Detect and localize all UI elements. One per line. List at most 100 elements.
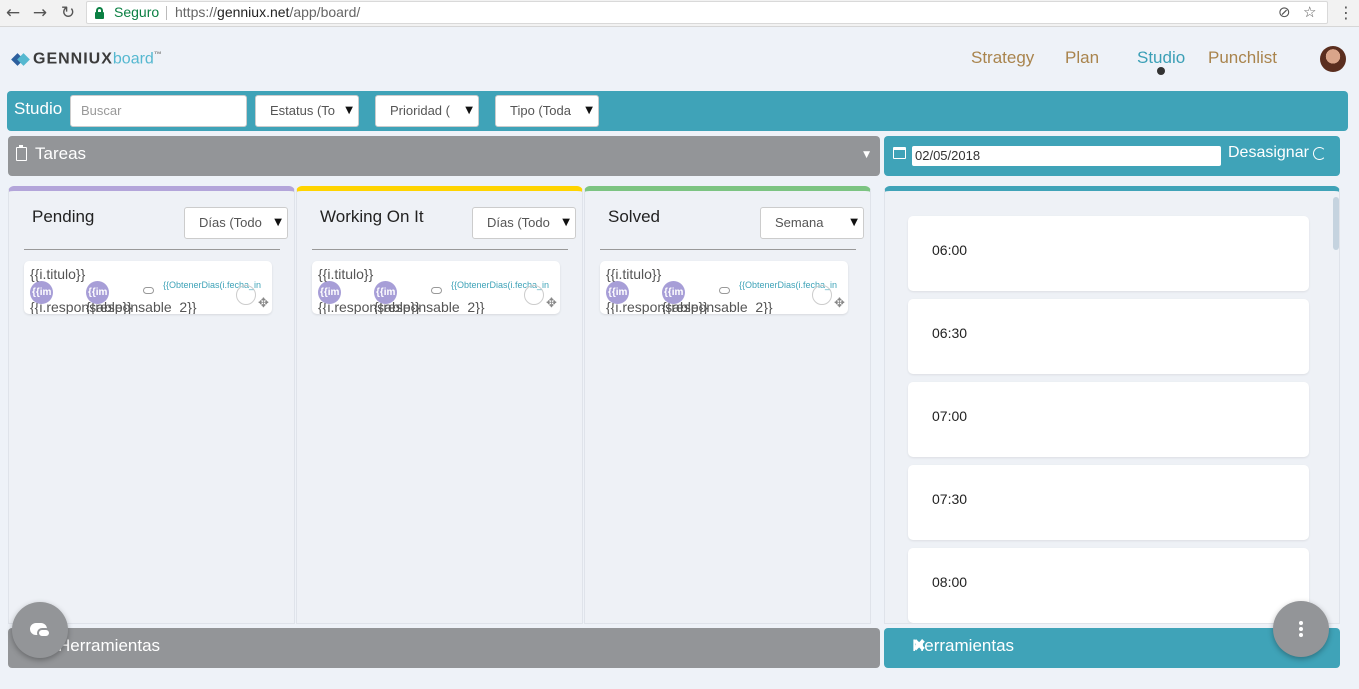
comments-icon [143,287,154,294]
progress-ring-icon [524,285,544,305]
forward-arrow-icon[interactable]: → [30,3,50,23]
time-slot[interactable]: 07:30 [908,465,1309,540]
time-slot[interactable]: 06:00 [908,216,1309,291]
column-title: Solved [608,207,660,226]
chevron-down-icon: ▼ [345,105,353,116]
logo-text: GENNIUX [33,50,113,68]
column-working-on-it: Working On It Días (Todo ▼ {{i.titulo}} {… [296,186,583,624]
card-avatar: {{im [30,281,53,304]
tools-label: Herramientas [912,636,1015,655]
card-avatar: {{im [374,281,397,304]
card-title: {{i.titulo}} [30,266,86,282]
tools-bar-left[interactable]: Herramientas [8,628,880,668]
column-title: Working On It [320,207,424,226]
status-select-value: Estatus (To [270,103,336,118]
divider [600,249,856,250]
move-icon[interactable]: ✥ [258,296,269,311]
nav-plan[interactable]: Plan [1065,48,1099,68]
url-host: genniux.net [217,4,290,20]
translate-icon[interactable]: ⊘ [1278,2,1291,23]
back-arrow-icon[interactable]: ← [3,3,23,23]
schedule-scrollbar[interactable] [1333,197,1339,250]
chevron-down-icon: ▼ [562,217,570,228]
calendar-icon[interactable] [893,147,906,159]
address-bar[interactable]: Seguro https://genniux.net/app/board/ ⊘ … [86,1,1328,24]
type-select-value: Tipo (Toda [510,103,571,118]
move-icon[interactable]: ✥ [834,296,845,311]
card-avatar: {{im [86,281,109,304]
column-filter-value: Días (Todo [487,215,550,230]
logo-accent: board [112,50,154,68]
column-day-filter[interactable]: Días (Todo ▼ [472,207,576,239]
chevron-down-icon: ▼ [850,217,858,228]
time-slot-label: 08:00 [932,574,968,590]
schedule-date-bar: 02/05/2018 Desasignar [884,136,1340,176]
logo-tm: ™ [153,49,163,59]
browser-menu-icon[interactable]: ⋮ [1338,3,1354,22]
time-slot[interactable]: 08:00 [908,548,1309,623]
card-avatar: {{im [662,281,685,304]
column-solved: Solved Semana ▼ {{i.titulo}} {{i.responsa… [584,186,871,624]
move-icon[interactable]: ✥ [546,296,557,311]
nav-strategy[interactable]: Strategy [971,48,1034,68]
priority-select-value: Prioridad ( [390,103,450,118]
card-title: {{i.titulo}} [318,266,374,282]
tasks-panel-header[interactable]: Tareas ▼ [8,136,880,176]
secure-label: Seguro [114,4,160,20]
nav-studio[interactable]: Studio [1137,48,1185,68]
filter-bar-title: Studio [14,99,63,118]
column-day-filter[interactable]: Días (Todo ▼ [184,207,288,239]
schedule-panel: 06:00 06:30 07:00 07:30 08:00 [884,186,1340,624]
time-slot[interactable]: 06:30 [908,299,1309,374]
more-dot [1299,633,1303,637]
card-title: {{i.titulo}} [606,266,662,282]
chat-button[interactable] [12,602,68,658]
tasks-panel-title: Tareas [35,144,87,163]
bookmark-star-icon[interactable]: ☆ [1303,2,1316,23]
time-slot-label: 06:00 [932,242,968,258]
refresh-icon[interactable] [1313,147,1326,160]
browser-toolbar: ← → ↻ Seguro https://genniux.net/app/boa… [0,0,1359,27]
comments-icon [431,287,442,294]
task-card[interactable]: {{i.titulo}} {{i.responsable}} {{respons… [312,261,560,314]
date-input[interactable]: 02/05/2018 [912,146,1221,166]
clipboard-icon [16,145,27,161]
column-pending: Pending Días (Todo ▼ {{i.titulo}} {{i.res… [8,186,295,624]
chevron-down-icon: ▼ [585,105,593,116]
type-select[interactable]: Tipo (Toda ▼ [495,95,599,127]
more-options-button[interactable] [1273,601,1329,657]
column-filter-value: Semana [775,215,824,230]
url-scheme: https:// [175,4,218,20]
task-card[interactable]: {{i.titulo}} {{i.responsable}} {{respons… [24,261,272,314]
status-select[interactable]: Estatus (To ▼ [255,95,359,127]
logo-mark-icon [11,51,30,67]
chat-icon-secondary [37,628,51,638]
time-slot-label: 07:00 [932,408,968,424]
column-title: Pending [32,207,95,226]
chevron-down-icon[interactable]: ▼ [863,150,870,160]
unassign-button[interactable]: Desasignar [1228,144,1309,162]
time-slot-label: 06:30 [932,325,968,341]
search-input[interactable]: Buscar [70,95,247,127]
card-avatar: {{im [606,281,629,304]
more-dot [1299,621,1303,625]
divider [24,249,280,250]
user-avatar[interactable] [1320,46,1346,72]
chevron-down-icon: ▼ [465,105,473,116]
url-path: /app/board/ [289,4,361,20]
active-nav-indicator [1157,67,1165,75]
task-card[interactable]: {{i.titulo}} {{i.responsable}} {{respons… [600,261,848,314]
tools-bar-right[interactable]: ✖ Herramientas [884,628,1340,668]
genniux-logo[interactable]: GENNIUXboard™ [11,48,163,70]
column-week-filter[interactable]: Semana ▼ [760,207,864,239]
reload-icon[interactable]: ↻ [58,3,78,23]
column-filter-value: Días (Todo [199,215,262,230]
more-dot [1299,627,1303,631]
divider [166,6,167,20]
time-slot-label: 07:30 [932,491,968,507]
comments-icon [719,287,730,294]
priority-select[interactable]: Prioridad ( ▼ [375,95,479,127]
time-slot[interactable]: 07:00 [908,382,1309,457]
nav-punchlist[interactable]: Punchlist [1208,48,1277,68]
filter-bar: Studio Buscar Estatus (To ▼ Prioridad (▼ … [7,91,1348,131]
